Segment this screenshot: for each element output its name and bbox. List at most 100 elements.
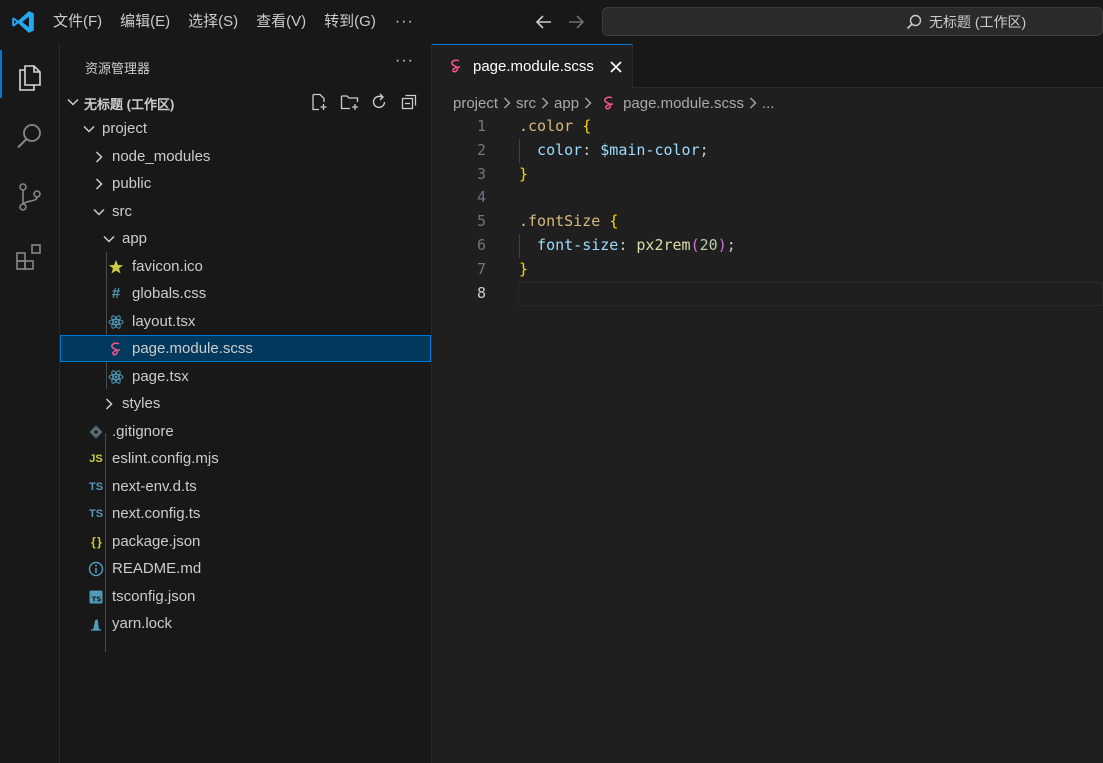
tree-item-label: app (122, 230, 148, 247)
tree-item-page-tsx[interactable]: page.tsx (60, 363, 431, 390)
tree-item-gitignore[interactable]: .gitignore (60, 418, 431, 445)
source-control-button[interactable] (0, 170, 60, 218)
new-file-button[interactable] (304, 91, 334, 113)
vscode-logo-icon[interactable] (10, 9, 36, 35)
code-token: .color (519, 117, 574, 135)
chevron-right-icon (749, 97, 757, 109)
tree-item-page-module-scss[interactable]: page.module.scss (60, 335, 431, 362)
sass-icon (604, 96, 614, 110)
tree-item-eslint-config[interactable]: JS eslint.config.mjs (60, 445, 431, 472)
extensions-button[interactable] (0, 230, 60, 278)
tree-item-label: package.json (112, 533, 201, 550)
tree-item-readme[interactable]: README.md (60, 555, 431, 582)
tree-item-src[interactable]: src (60, 198, 431, 225)
svg-text:TS: TS (92, 596, 102, 604)
code-line[interactable]: 8 (432, 281, 1103, 306)
tree-item-project[interactable]: project (60, 115, 431, 142)
ts-icon: TS (88, 508, 104, 520)
breadcrumb-item[interactable]: page.module.scss (623, 95, 744, 112)
yarn-icon (91, 619, 101, 631)
tree-item-label: next-env.d.ts (112, 478, 197, 495)
css-hash-icon: # (111, 285, 121, 302)
search-icon (906, 14, 922, 30)
breadcrumb-item[interactable]: ... (762, 95, 775, 112)
explorer-more-button[interactable]: ··· (395, 52, 414, 70)
chevron-right-icon (585, 97, 592, 109)
search-view-button[interactable] (0, 110, 60, 158)
chevron-right-icon (105, 398, 113, 410)
menu-edit[interactable]: 编辑(E) (111, 7, 179, 37)
command-center-label: 无标题 (工作区) (929, 14, 1027, 30)
chevron-right-icon (542, 97, 549, 109)
tree-item-styles[interactable]: styles (60, 390, 431, 417)
code-token: ; (726, 236, 736, 254)
extensions-icon (16, 244, 41, 270)
tree-item-package-json[interactable]: { } package.json (60, 528, 431, 555)
code-token: : (618, 236, 637, 254)
tree-item-label: next.config.ts (112, 505, 201, 522)
sass-icon (111, 342, 121, 356)
code-line[interactable]: 2 color: $main-color; (432, 139, 1103, 163)
code-token: $main-color (600, 140, 700, 159)
editor-tabs: page.module.scss (432, 44, 1103, 88)
menu-file[interactable]: 文件(F) (44, 7, 111, 37)
menu-more-button[interactable]: ··· (385, 13, 424, 31)
menu-go[interactable]: 转到(G) (315, 7, 385, 37)
info-icon (88, 561, 104, 577)
explorer-title: 资源管理器 (85, 61, 151, 76)
back-arrow-icon[interactable] (532, 10, 556, 34)
tree-item-yarn-lock[interactable]: yarn.lock (60, 610, 431, 637)
code-text: } (519, 260, 528, 278)
tree-item-globals-css[interactable]: # globals.css (60, 280, 431, 307)
tree-item-next-env[interactable]: TS next-env.d.ts (60, 473, 431, 500)
tree-item-node-modules[interactable]: node_modules (60, 143, 431, 170)
code-token: } (519, 164, 529, 183)
tree-item-tsconfig[interactable]: TS tsconfig.json (60, 583, 431, 610)
editor-area: page.module.scss project src app page.mo… (432, 44, 1103, 763)
menu-bar: 文件(F) 编辑(E) 选择(S) 查看(V) 转到(G) ··· (44, 0, 424, 44)
new-folder-icon (340, 95, 359, 110)
source-control-icon (19, 183, 41, 211)
collapse-all-button[interactable] (394, 91, 424, 113)
chevron-down-icon (83, 125, 95, 133)
current-line-highlight (518, 281, 1103, 306)
code-line[interactable]: 1 .color { (432, 115, 1103, 139)
ts-icon: TS (88, 481, 104, 493)
menu-selection[interactable]: 选择(S) (179, 7, 247, 37)
code-token: { (609, 212, 619, 231)
refresh-icon (372, 93, 386, 109)
workspace-header[interactable]: 无标题 (工作区) (60, 88, 431, 115)
breadcrumb-item[interactable]: project (453, 95, 498, 112)
tab-page-module-scss[interactable]: page.module.scss (432, 44, 633, 88)
forward-arrow-icon[interactable] (564, 10, 588, 34)
code-line[interactable]: 4 (432, 186, 1103, 210)
tree-item-layout-tsx[interactable]: layout.tsx (60, 308, 431, 335)
code-line[interactable]: 5 .fontSize { (432, 210, 1103, 234)
breadcrumb-item[interactable]: src (516, 95, 536, 112)
line-number: 2 (476, 140, 486, 159)
tree-item-label: .gitignore (112, 423, 174, 440)
tree-item-app[interactable]: app (60, 225, 431, 252)
code-line[interactable]: 3} (432, 163, 1103, 187)
tree-item-favicon[interactable]: favicon.ico (60, 253, 431, 280)
chevron-down-icon (93, 208, 105, 216)
command-center[interactable]: 无标题 (工作区) (602, 7, 1103, 36)
files-icon (19, 65, 41, 91)
close-icon[interactable] (608, 59, 624, 75)
code-token: ) (717, 236, 727, 254)
explorer-button[interactable] (0, 50, 60, 98)
tree-item-next-config[interactable]: TS next.config.ts (60, 500, 431, 527)
breadcrumb-item[interactable]: app (554, 95, 579, 112)
breadcrumb: project src app page.module.scss ... (453, 93, 774, 113)
code-line[interactable]: 7} (432, 258, 1103, 282)
tree-item-label: project (102, 120, 148, 137)
code-line[interactable]: 6 font-size: px2rem(20); (432, 234, 1103, 258)
refresh-button[interactable] (364, 91, 394, 113)
code-text: color: $main-color; (519, 141, 709, 159)
new-folder-button[interactable] (334, 91, 364, 113)
tree-item-public[interactable]: public (60, 170, 431, 197)
line-number: 3 (476, 164, 486, 183)
chevron-down-icon (67, 98, 79, 106)
title-bar: 文件(F) 编辑(E) 选择(S) 查看(V) 转到(G) ··· 无标题 (工… (0, 0, 1103, 44)
menu-view[interactable]: 查看(V) (247, 7, 315, 37)
